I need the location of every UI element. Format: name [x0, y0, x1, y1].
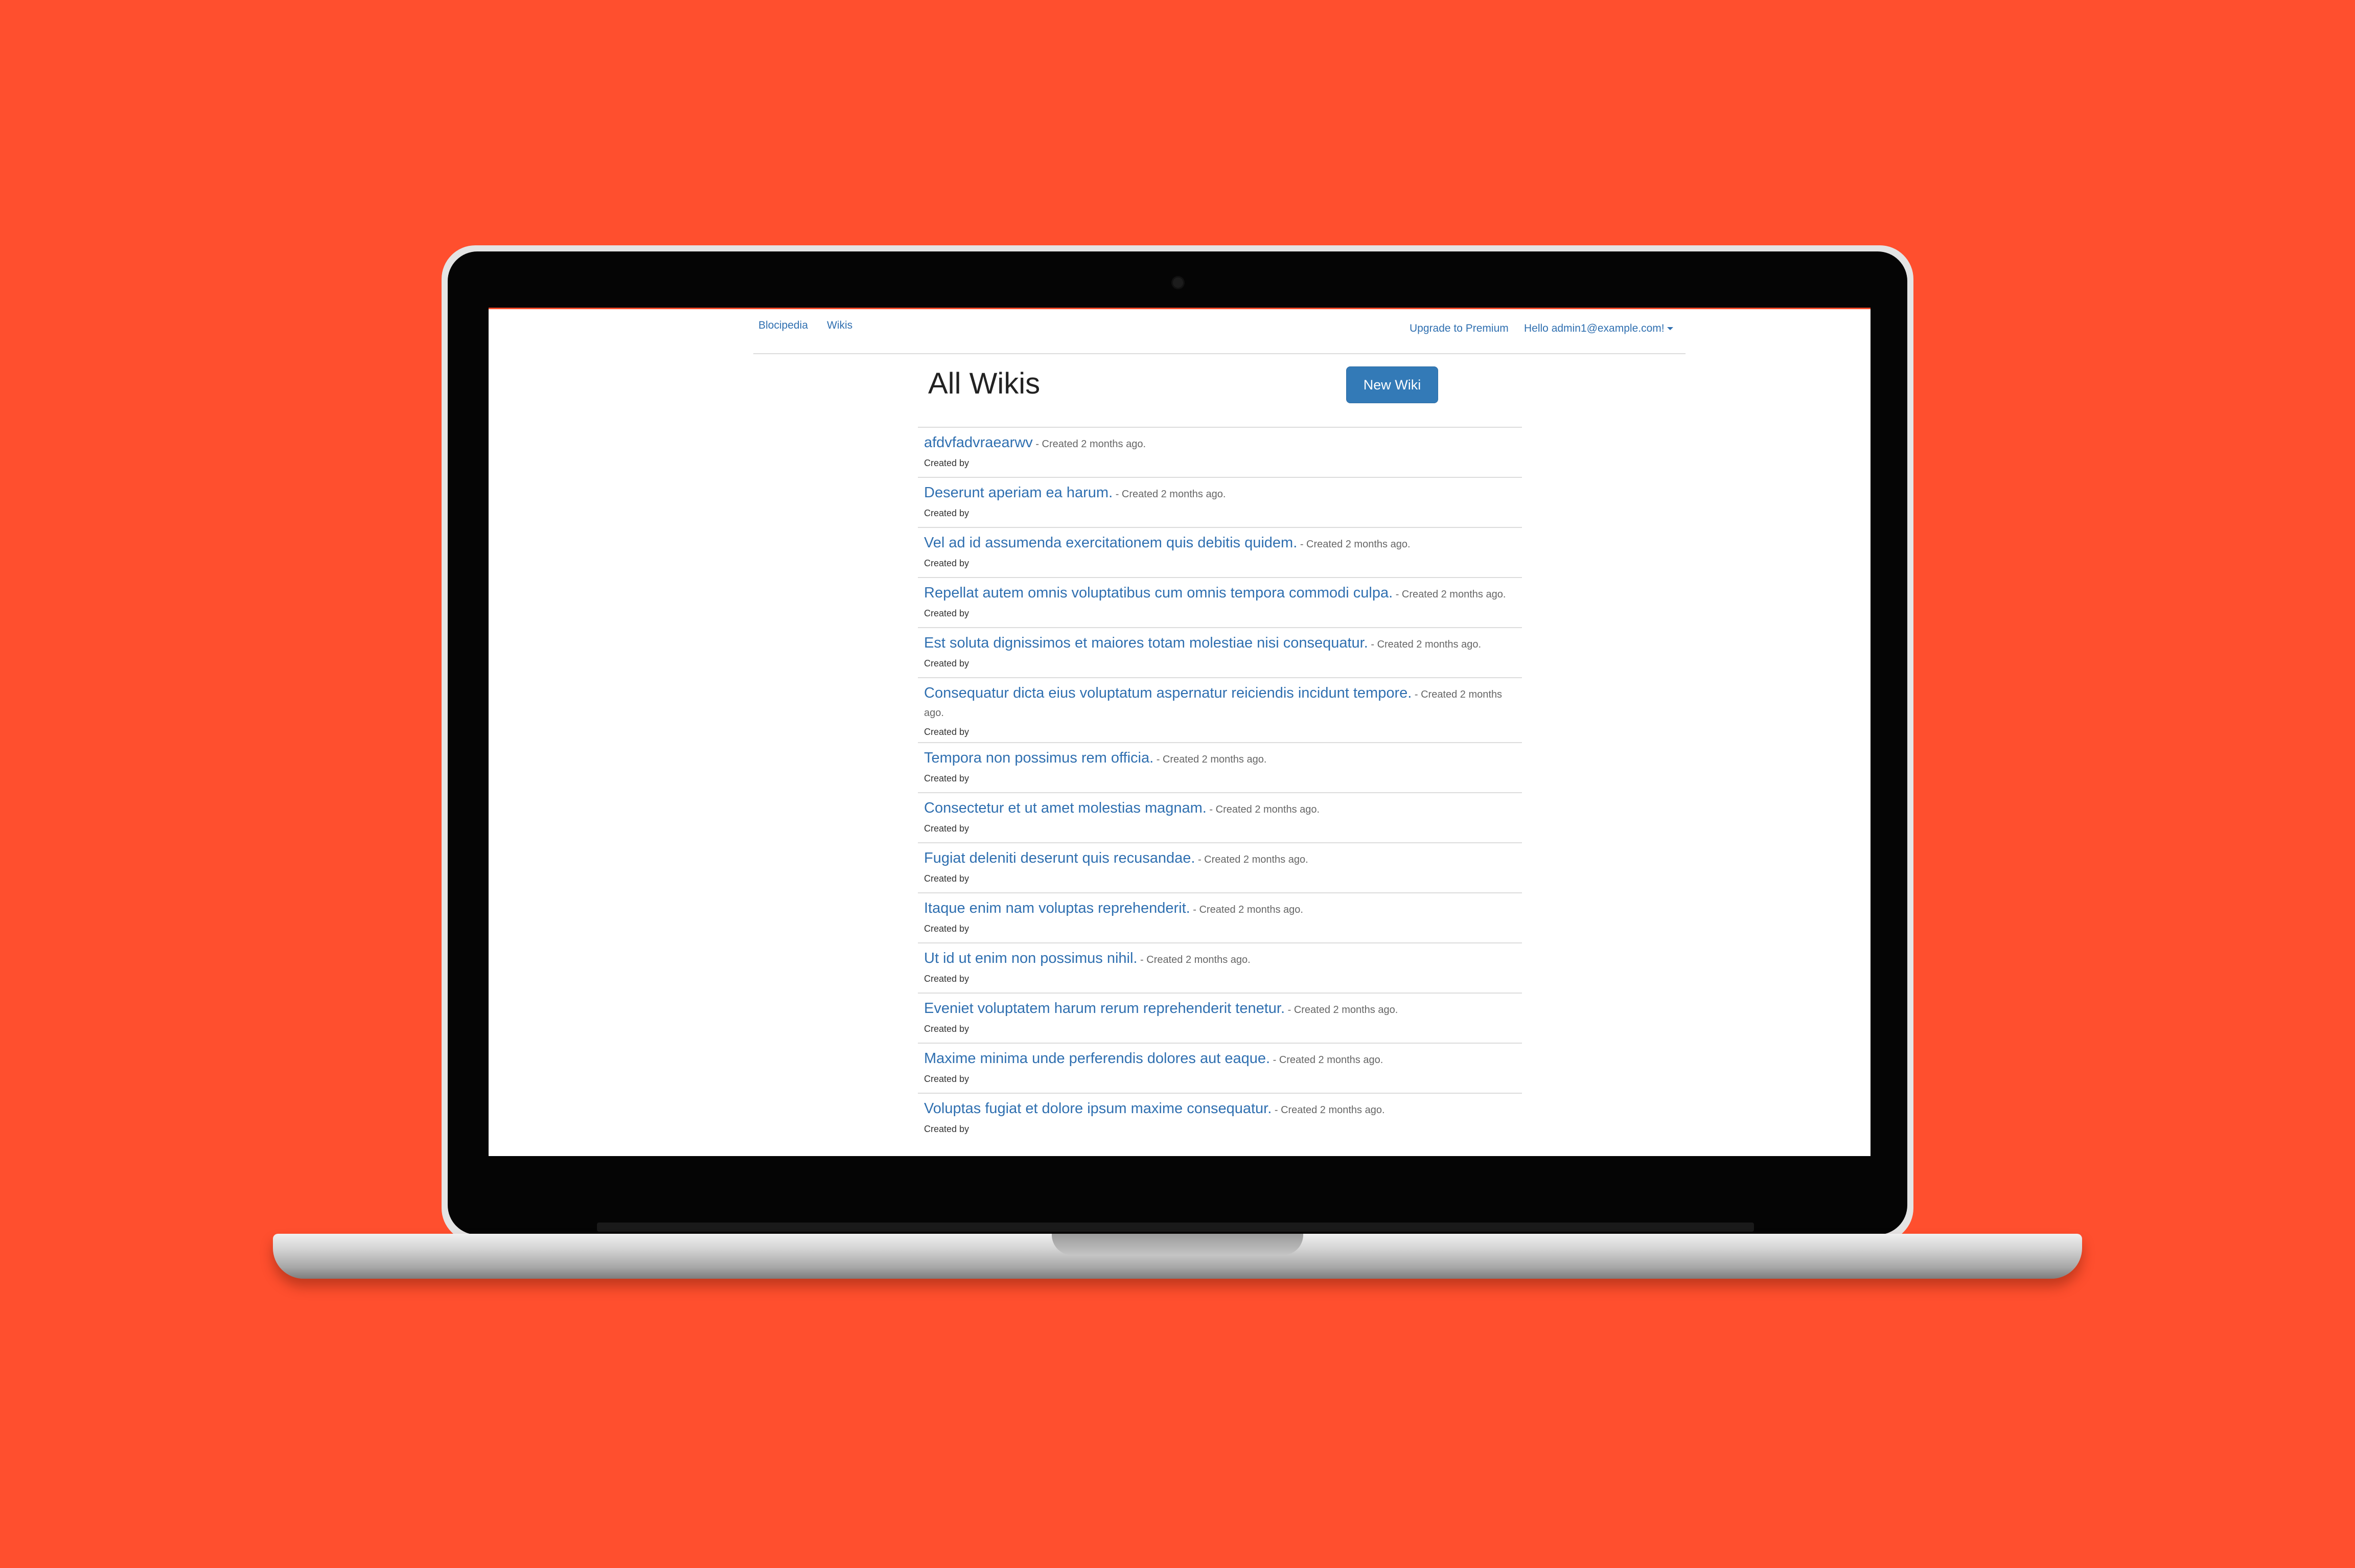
nav-brand-link[interactable]: Blocipedia — [758, 319, 808, 332]
list-item: Voluptas fugiat et dolore ipsum maxime c… — [918, 1093, 1522, 1143]
list-item: Vel ad id assumenda exercitationem quis … — [918, 527, 1522, 577]
wiki-author-line: Created by — [924, 458, 969, 468]
wiki-created-meta: - Created 2 months ago. — [1270, 1054, 1383, 1066]
laptop-notch — [1052, 1234, 1303, 1255]
page-title: All Wikis — [928, 367, 1041, 400]
top-navbar: Blocipedia Wikis Upgrade to Premium Hell… — [753, 309, 1686, 354]
wiki-header-line: Eveniet voluptatem harum rerum reprehend… — [924, 1000, 1516, 1020]
wiki-title-link[interactable]: Repellat autem omnis voluptatibus cum om… — [924, 585, 1393, 601]
wiki-header-line: Repellat autem omnis voluptatibus cum om… — [924, 584, 1516, 604]
user-menu-dropdown[interactable]: Hello admin1@example.com! — [1524, 322, 1673, 335]
wiki-author-line: Created by — [924, 974, 969, 984]
wiki-header-line: Deserunt aperiam ea harum. - Created 2 m… — [924, 484, 1516, 504]
wiki-created-meta: - Created 2 months ago. — [1032, 439, 1146, 450]
list-item: Consequatur dicta eius voluptatum aspern… — [918, 677, 1522, 742]
camera-icon — [1173, 278, 1183, 288]
wiki-header-line: Est soluta dignissimos et maiores totam … — [924, 634, 1516, 654]
wiki-title-link[interactable]: Vel ad id assumenda exercitationem quis … — [924, 535, 1297, 551]
wiki-header-line: Consectetur et ut amet molestias magnam.… — [924, 799, 1516, 819]
wiki-title-link[interactable]: Maxime minima unde perferendis dolores a… — [924, 1050, 1270, 1067]
list-item: Tempora non possimus rem officia. - Crea… — [918, 742, 1522, 792]
wiki-author-line: Created by — [924, 508, 969, 518]
wiki-title-link[interactable]: Consequatur dicta eius voluptatum aspern… — [924, 685, 1412, 701]
wiki-title-link[interactable]: Fugiat deleniti deserunt quis recusandae… — [924, 850, 1195, 866]
new-wiki-button[interactable]: New Wiki — [1346, 366, 1438, 403]
wiki-author-line: Created by — [924, 773, 969, 783]
wiki-created-meta: - Created 2 months ago. — [1137, 954, 1251, 965]
wiki-header-line: Fugiat deleniti deserunt quis recusandae… — [924, 849, 1516, 869]
list-item: Repellat autem omnis voluptatibus cum om… — [918, 577, 1522, 627]
wiki-created-meta: - Created 2 months ago. — [1153, 754, 1267, 765]
wiki-author-line: Created by — [924, 873, 969, 884]
wiki-author-line: Created by — [924, 1074, 969, 1084]
wiki-author-line: Created by — [924, 823, 969, 834]
list-item: Itaque enim nam voluptas reprehenderit. … — [918, 892, 1522, 942]
wiki-list: afdvfadvraearwv - Created 2 months ago. C… — [918, 427, 1522, 1143]
list-item: Eveniet voluptatem harum rerum reprehend… — [918, 993, 1522, 1043]
list-item: afdvfadvraearwv - Created 2 months ago. C… — [918, 427, 1522, 477]
wiki-header-line: Vel ad id assumenda exercitationem quis … — [924, 534, 1516, 554]
list-item: Est soluta dignissimos et maiores totam … — [918, 627, 1522, 677]
wiki-title-link[interactable]: Deserunt aperiam ea harum. — [924, 485, 1113, 501]
wiki-title-link[interactable]: Eveniet voluptatem harum rerum reprehend… — [924, 1000, 1285, 1017]
wiki-header-line: afdvfadvraearwv - Created 2 months ago. — [924, 434, 1516, 454]
list-item: Deserunt aperiam ea harum. - Created 2 m… — [918, 477, 1522, 527]
laptop-hinge — [597, 1223, 1754, 1232]
wiki-author-line: Created by — [924, 608, 969, 618]
list-item: Ut id ut enim non possimus nihil. - Crea… — [918, 942, 1522, 993]
wiki-title-link[interactable]: Voluptas fugiat et dolore ipsum maxime c… — [924, 1100, 1272, 1117]
upgrade-premium-link[interactable]: Upgrade to Premium — [1410, 322, 1509, 335]
wiki-header-line: Maxime minima unde perferendis dolores a… — [924, 1050, 1516, 1070]
wiki-created-meta: - Created 2 months ago. — [1195, 854, 1308, 865]
wiki-author-line: Created by — [924, 727, 969, 737]
wiki-header-line: Itaque enim nam voluptas reprehenderit. … — [924, 900, 1516, 919]
wiki-created-meta: - Created 2 months ago. — [1206, 804, 1320, 815]
wiki-header-line: Ut id ut enim non possimus nihil. - Crea… — [924, 950, 1516, 970]
wiki-header-line: Tempora non possimus rem officia. - Crea… — [924, 749, 1516, 769]
user-menu-label: Hello admin1@example.com! — [1524, 322, 1665, 334]
wiki-created-meta: - Created 2 months ago. — [1113, 489, 1226, 500]
wiki-title-link[interactable]: Est soluta dignissimos et maiores totam … — [924, 635, 1368, 651]
wiki-created-meta: - Created 2 months ago. — [1368, 639, 1482, 650]
wiki-created-meta: - Created 2 months ago. — [1272, 1104, 1385, 1116]
wiki-header-line: Voluptas fugiat et dolore ipsum maxime c… — [924, 1100, 1516, 1120]
wiki-author-line: Created by — [924, 924, 969, 934]
wiki-title-link[interactable]: Tempora non possimus rem officia. — [924, 750, 1153, 766]
wiki-author-line: Created by — [924, 558, 969, 568]
wiki-created-meta: - Created 2 months ago. — [1285, 1004, 1398, 1016]
nav-wikis-link[interactable]: Wikis — [827, 319, 852, 332]
wiki-created-meta: - Created 2 months ago. — [1297, 539, 1411, 550]
list-item: Fugiat deleniti deserunt quis recusandae… — [918, 842, 1522, 892]
wiki-title-link[interactable]: Ut id ut enim non possimus nihil. — [924, 950, 1137, 966]
list-item: Maxime minima unde perferendis dolores a… — [918, 1043, 1522, 1093]
wiki-author-line: Created by — [924, 658, 969, 668]
caret-down-icon — [1667, 327, 1673, 331]
wiki-created-meta: - Created 2 months ago. — [1393, 589, 1506, 600]
wiki-title-link[interactable]: Itaque enim nam voluptas reprehenderit. — [924, 900, 1190, 916]
wiki-author-line: Created by — [924, 1024, 969, 1034]
wiki-author-line: Created by — [924, 1124, 969, 1134]
wiki-title-link[interactable]: afdvfadvraearwv — [924, 434, 1033, 451]
list-item: Consectetur et ut amet molestias magnam.… — [918, 792, 1522, 842]
browser-viewport: Blocipedia Wikis Upgrade to Premium Hell… — [489, 308, 1871, 1156]
wiki-title-link[interactable]: Consectetur et ut amet molestias magnam. — [924, 800, 1207, 816]
wiki-header-line: Consequatur dicta eius voluptatum aspern… — [924, 684, 1516, 723]
wiki-created-meta: - Created 2 months ago. — [1190, 904, 1303, 915]
